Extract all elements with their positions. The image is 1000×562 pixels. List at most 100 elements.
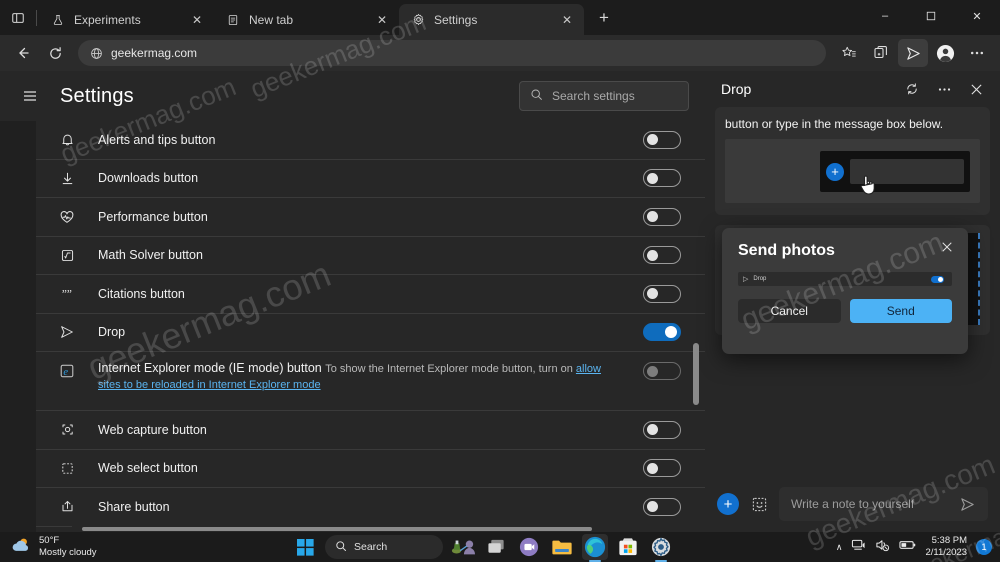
tab-search-icon[interactable] <box>0 0 36 35</box>
browser-tab-settings[interactable]: Settings ✕ <box>399 4 584 35</box>
setting-toggle[interactable] <box>643 130 681 149</box>
send-photos-actions: Cancel Send <box>738 299 952 323</box>
hamburger-menu-icon[interactable] <box>16 82 44 110</box>
setting-row-downloads[interactable]: Downloads button <box>36 160 705 198</box>
setting-toggle <box>643 362 681 380</box>
tab-close-button[interactable]: ✕ <box>558 11 576 29</box>
navigation-toolbar: geekermag.com <box>0 35 1000 71</box>
globe-icon <box>90 47 103 60</box>
tab-close-button[interactable]: ✕ <box>188 11 206 29</box>
back-button[interactable] <box>8 39 38 67</box>
cancel-button[interactable]: Cancel <box>738 299 841 323</box>
setting-toggle[interactable] <box>643 459 681 478</box>
taskbar-center-group: Search <box>292 534 674 560</box>
add-attachment-icon[interactable]: + <box>717 493 739 515</box>
system-tray: ∧ 5:38 PM 2/11/2023 1 <box>836 535 992 559</box>
taskbar-clock[interactable]: 5:38 PM 2/11/2023 <box>925 535 967 559</box>
tab-label: New tab <box>249 12 294 27</box>
setting-row-share[interactable]: Share button <box>36 488 705 527</box>
clock-time: 5:38 PM <box>931 535 967 547</box>
setting-toggle[interactable] <box>643 246 681 265</box>
drop-message-screenshot[interactable]: + <box>725 139 980 203</box>
browser-tab-experiments[interactable]: Experiments ✕ <box>39 4 214 35</box>
minimize-button[interactable]: – <box>862 0 908 32</box>
drop-message-card[interactable]: button or type in the message box below.… <box>715 107 990 215</box>
web-capture-icon <box>58 421 76 439</box>
favorites-star-icon[interactable] <box>834 39 864 67</box>
setting-toggle[interactable] <box>643 207 681 226</box>
send-button[interactable]: Send <box>849 299 952 323</box>
tray-expand-chevron-icon[interactable]: ∧ <box>836 542 843 553</box>
setting-label: Math Solver button <box>98 248 203 263</box>
setting-row-citations[interactable]: ”” Citations button <box>36 275 705 314</box>
tab-divider <box>36 10 37 26</box>
newtab-page-icon <box>225 12 241 28</box>
settings-scrollbar-thumb[interactable] <box>693 343 699 405</box>
widgets-app-icon[interactable] <box>450 534 476 560</box>
setting-toggle[interactable] <box>643 169 681 188</box>
profile-avatar-icon[interactable] <box>930 39 960 67</box>
setting-label: Citations button <box>98 286 185 301</box>
settings-header: Settings Search settings <box>0 71 705 121</box>
flask-icon <box>50 12 66 28</box>
microsoft-edge-icon[interactable] <box>582 534 608 560</box>
collections-icon[interactable] <box>866 39 896 67</box>
emoji-icon[interactable] <box>749 494 769 514</box>
windows-start-icon[interactable] <box>292 534 318 560</box>
browser-tab-new-tab[interactable]: New tab ✕ <box>214 4 399 35</box>
maximize-button[interactable] <box>908 0 954 32</box>
task-view-icon[interactable] <box>483 534 509 560</box>
setting-toggle[interactable] <box>643 497 681 516</box>
search-settings-placeholder: Search settings <box>552 89 635 103</box>
setting-row-web-capture[interactable]: Web capture button <box>36 411 705 450</box>
setting-row-ie-mode[interactable]: e Internet Explorer mode (IE mode) butto… <box>36 352 705 411</box>
more-ellipsis-icon[interactable] <box>930 75 958 103</box>
address-bar-url: geekermag.com <box>111 46 198 60</box>
setting-label: Share button <box>98 499 170 514</box>
close-icon[interactable] <box>962 75 990 103</box>
send-icon[interactable] <box>959 496 976 513</box>
setting-row-web-select[interactable]: Web select button <box>36 450 705 488</box>
bell-icon <box>58 131 76 149</box>
setting-toggle[interactable] <box>643 284 681 303</box>
setting-row-performance[interactable]: Performance button <box>36 198 705 237</box>
drop-send-icon <box>58 323 76 341</box>
taskbar-search-box[interactable]: Search <box>325 535 443 559</box>
sound-muted-icon[interactable] <box>875 538 890 557</box>
chat-teams-icon[interactable] <box>516 534 542 560</box>
battery-icon[interactable] <box>899 538 916 556</box>
settings-scrollbar[interactable] <box>693 121 699 532</box>
microsoft-store-icon[interactable] <box>615 534 641 560</box>
refresh-button[interactable] <box>40 39 70 67</box>
setting-row-alerts-and-tips[interactable]: Alerts and tips button <box>36 121 705 160</box>
settings-gear-icon[interactable] <box>648 534 674 560</box>
notification-badge[interactable]: 1 <box>976 539 992 555</box>
drop-send-icon[interactable] <box>898 39 928 67</box>
page-title: Settings <box>60 84 134 107</box>
tab-strip: Experiments ✕ New tab ✕ Settings ✕ + – ✕ <box>0 0 1000 35</box>
network-icon[interactable] <box>851 538 866 557</box>
file-explorer-icon[interactable] <box>549 534 575 560</box>
setting-toggle[interactable] <box>643 420 681 439</box>
drop-note-input[interactable]: Write a note to yourself <box>779 487 988 521</box>
setting-label: Downloads button <box>98 171 199 186</box>
new-tab-button[interactable]: + <box>590 4 618 32</box>
setting-toggle[interactable] <box>643 323 681 342</box>
search-settings-field[interactable]: Search settings <box>519 81 689 111</box>
close-icon[interactable] <box>938 238 956 256</box>
address-bar[interactable]: geekermag.com <box>78 40 826 66</box>
drop-compose-bar: + Write a note to yourself <box>705 476 1000 532</box>
settings-left-rail <box>0 121 36 532</box>
drop-panel-title: Drop <box>721 81 752 97</box>
gear-icon <box>410 12 426 28</box>
hand-cursor-icon <box>858 173 878 197</box>
taskbar-search-label: Search <box>354 541 388 553</box>
taskbar-weather-widget[interactable]: 50°F Mostly cloudy <box>0 535 200 559</box>
sync-refresh-icon[interactable] <box>898 75 926 103</box>
setting-row-math-solver[interactable]: Math Solver button <box>36 237 705 275</box>
setting-row-drop[interactable]: Drop <box>36 314 705 352</box>
close-window-button[interactable]: ✕ <box>954 0 1000 32</box>
more-ellipsis-icon[interactable] <box>962 39 992 67</box>
search-icon <box>530 88 543 104</box>
tab-close-button[interactable]: ✕ <box>373 11 391 29</box>
